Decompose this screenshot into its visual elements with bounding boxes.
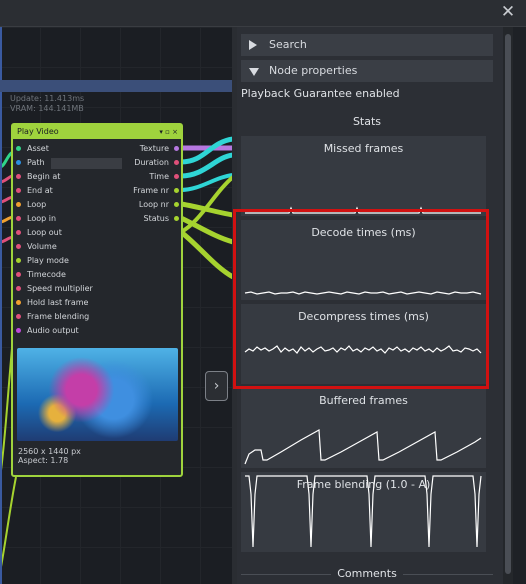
search-section[interactable]: Search bbox=[241, 34, 493, 56]
port-dot-icon[interactable] bbox=[174, 202, 179, 207]
chevron-down-icon bbox=[249, 68, 259, 76]
comments-divider-left bbox=[241, 574, 331, 575]
video-preview bbox=[17, 348, 178, 441]
port-dot-icon[interactable] bbox=[174, 174, 179, 179]
port-dot-icon[interactable] bbox=[16, 314, 21, 319]
resolution-text: 2560 x 1440 px bbox=[18, 447, 81, 456]
right-edge bbox=[513, 27, 526, 584]
update-time: Update: 11.413ms bbox=[10, 94, 85, 103]
node-controls[interactable]: ▾ ▫ × bbox=[159, 125, 178, 139]
port-dot-icon[interactable] bbox=[16, 160, 21, 165]
video-info: 2560 x 1440 px Aspect: 1.78 bbox=[18, 447, 81, 465]
port-label: Frame blending bbox=[27, 312, 90, 321]
frame-blending-graph: Frame blending (1.0 - A) bbox=[241, 472, 486, 552]
port-dot-icon[interactable] bbox=[16, 244, 21, 249]
port-label: End at bbox=[27, 186, 53, 195]
port-dot-icon[interactable] bbox=[16, 202, 21, 207]
port-label: Loop in bbox=[27, 214, 57, 223]
canvas-header-strip bbox=[0, 80, 233, 92]
port-label: Speed multiplier bbox=[27, 284, 93, 293]
port-label: Duration bbox=[134, 158, 169, 167]
play-video-node[interactable]: Play Video ▾ ▫ × Asset Path Begin at End at… bbox=[11, 123, 183, 477]
close-icon[interactable]: ✕ bbox=[500, 3, 516, 21]
port-dot-icon[interactable] bbox=[16, 300, 21, 305]
chevron-right-icon bbox=[249, 40, 257, 50]
scrollbar-thumb[interactable] bbox=[505, 34, 511, 574]
port-dot-icon[interactable] bbox=[16, 216, 21, 221]
port-label: Status bbox=[143, 214, 170, 223]
port-label: Timecode bbox=[27, 270, 66, 279]
stats-heading: Stats bbox=[352, 115, 382, 128]
port-label: Loop bbox=[27, 200, 47, 209]
port-dot-icon[interactable] bbox=[16, 328, 21, 333]
port-dot-icon[interactable] bbox=[174, 160, 179, 165]
port-label: Texture bbox=[139, 144, 169, 153]
vram-usage: VRAM: 144.141MB bbox=[10, 104, 84, 113]
port-dot-icon[interactable] bbox=[16, 188, 21, 193]
playback-guarantee-text: Playback Guarantee enabled bbox=[241, 87, 400, 100]
missed-frames-graph: Missed frames bbox=[241, 136, 486, 216]
port-label: Volume bbox=[27, 242, 57, 251]
port-label: Loop nr bbox=[138, 200, 169, 209]
port-label: Frame nr bbox=[133, 186, 169, 195]
canvas-edge bbox=[0, 27, 2, 584]
port-label: Audio output bbox=[27, 326, 79, 335]
port-label: Asset bbox=[27, 144, 49, 153]
port-dot-icon[interactable] bbox=[174, 146, 179, 151]
port-label: Time bbox=[149, 172, 169, 181]
port-dot-icon[interactable] bbox=[16, 230, 21, 235]
port-dot-icon[interactable] bbox=[16, 174, 21, 179]
port-dot-icon[interactable] bbox=[16, 286, 21, 291]
node-title[interactable]: Play Video bbox=[13, 125, 181, 139]
port-dot-icon[interactable] bbox=[16, 146, 21, 151]
title-bar bbox=[0, 0, 526, 27]
port-dot-icon[interactable] bbox=[174, 188, 179, 193]
port-label: Play mode bbox=[27, 256, 69, 265]
canvas-stats: Update: 11.413ms VRAM: 144.141MB bbox=[10, 94, 84, 114]
expand-panel-button[interactable]: › bbox=[205, 371, 228, 401]
port-dot-icon[interactable] bbox=[16, 272, 21, 277]
node-properties-label: Node properties bbox=[269, 64, 358, 77]
path-field[interactable] bbox=[51, 158, 122, 169]
search-label: Search bbox=[269, 38, 307, 51]
port-dot-icon[interactable] bbox=[16, 258, 21, 263]
port-dot-icon[interactable] bbox=[174, 216, 179, 221]
node-properties-section[interactable]: Node properties bbox=[241, 60, 493, 82]
highlight-box bbox=[233, 209, 489, 389]
aspect-text: Aspect: 1.78 bbox=[18, 456, 69, 465]
port-label: Loop out bbox=[27, 228, 62, 237]
port-label: Path bbox=[27, 158, 45, 167]
buffered-frames-graph: Buffered frames bbox=[241, 388, 486, 468]
comments-divider-right bbox=[403, 574, 493, 575]
port-label: Hold last frame bbox=[27, 298, 89, 307]
port-label: Begin at bbox=[27, 172, 61, 181]
